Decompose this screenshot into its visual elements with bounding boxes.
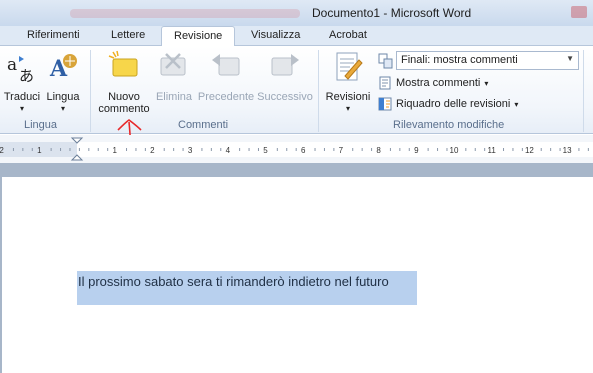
nuovo-commento-button[interactable]: Nuovo commento [95, 50, 153, 115]
precedente-button[interactable]: Precedente [196, 50, 256, 103]
traduci-button[interactable]: a あ Traduci ▾ [0, 50, 44, 115]
display-for-review-value: Finali: mostra commenti [401, 54, 518, 66]
lingua-label: Lingua [46, 91, 80, 103]
successivo-button[interactable]: Successivo [257, 50, 313, 103]
document-paragraph[interactable]: Il prossimo sabato sera ti rimanderò ind… [78, 274, 389, 289]
ribbon-tabs: Riferimenti Lettere Revisione Visualizza… [0, 26, 593, 47]
mostra-commenti-dropdown-icon: ▾ [484, 78, 489, 88]
display-for-review-select[interactable]: Finali: mostra commenti ▼ [396, 51, 579, 70]
ruler-graphic: 2 1 1 2 3 4 5 6 7 8 9 10 11 12 13 [0, 137, 593, 161]
language-icon: A [49, 54, 77, 82]
revisioni-label: Revisioni [325, 91, 371, 103]
group-separator [90, 50, 91, 132]
ruler-label: 11 [488, 146, 497, 155]
nuovo-label-line1: Nuovo [108, 91, 140, 103]
ruler-label: 13 [563, 146, 572, 155]
ruler-label: 10 [450, 146, 459, 155]
tab-visualizza[interactable]: Visualizza [251, 29, 300, 41]
blurred-quick-access [70, 9, 300, 18]
group-label-lingua: Lingua [24, 119, 58, 131]
document-workspace [0, 163, 593, 373]
ruler-label: 6 [301, 146, 306, 155]
select-dropdown-icon: ▼ [566, 54, 574, 63]
mostra-commenti-label: Mostra commenti [396, 77, 481, 89]
next-comment-icon [271, 54, 299, 76]
ruler-label: 5 [263, 146, 268, 155]
nuovo-label-line2: commento [98, 103, 150, 115]
riquadro-label: Riquadro delle revisioni [396, 98, 511, 110]
window-title: Documento1 - Microsoft Word [312, 6, 472, 20]
ruler-label: 9 [414, 146, 419, 155]
ruler-label: 2 [0, 146, 4, 155]
delete-comment-icon [160, 53, 186, 76]
riquadro-dropdown-icon: ▾ [514, 99, 519, 109]
ruler-label: 3 [188, 146, 193, 155]
svg-text:あ: あ [19, 67, 34, 84]
title-bar: Documento1 - Microsoft Word [0, 0, 593, 26]
group-separator [583, 50, 584, 132]
traduci-label: Traduci [3, 91, 41, 103]
riquadro-revisioni-button[interactable]: Riquadro delle revisioni ▾ [378, 97, 518, 111]
track-changes-icon [336, 52, 363, 81]
traduci-dropdown-icon: ▾ [19, 104, 24, 113]
window-control-button[interactable] [571, 6, 587, 18]
ruler-label: 2 [150, 146, 155, 155]
successivo-label: Successivo [257, 91, 313, 103]
revisioni-dropdown-icon: ▾ [345, 104, 350, 113]
new-comment-icon [108, 50, 138, 77]
ruler-label: 1 [112, 146, 117, 155]
tab-lettere[interactable]: Lettere [111, 29, 145, 41]
elimina-button[interactable]: Elimina [152, 50, 196, 103]
svg-text:a: a [7, 55, 17, 75]
tab-acrobat[interactable]: Acrobat [329, 29, 367, 41]
mostra-commenti-button[interactable]: Mostra commenti ▾ [378, 76, 488, 90]
revisioni-button[interactable]: Revisioni ▾ [323, 50, 373, 115]
ruler-label: 12 [525, 146, 534, 155]
group-label-commenti: Commenti [178, 119, 229, 131]
show-markup-icon [379, 76, 391, 90]
ruler-label: 4 [226, 146, 231, 155]
ruler-label: 7 [339, 146, 344, 155]
ribbon: a あ Traduci ▾ A Lingua ▾ Lingua Nuovo co… [0, 46, 593, 134]
translate-icon: a あ [7, 55, 34, 85]
group-label-rilevamento: Rilevamento modifiche [393, 119, 505, 131]
tab-revisione[interactable]: Revisione [161, 26, 236, 47]
lingua-dropdown-icon: ▾ [60, 104, 65, 113]
ruler-label: 8 [376, 146, 381, 155]
group-separator [318, 50, 319, 132]
reviewing-pane-icon [378, 97, 392, 111]
tab-riferimenti[interactable]: Riferimenti [27, 29, 80, 41]
horizontal-ruler[interactable]: 2 1 1 2 3 4 5 6 7 8 9 10 11 12 13 [0, 135, 593, 163]
ruler-label: 1 [37, 146, 42, 155]
previous-comment-icon [212, 54, 240, 76]
lingua-button[interactable]: A Lingua ▾ [42, 50, 84, 115]
precedente-label: Precedente [197, 91, 255, 103]
elimina-label: Elimina [155, 91, 193, 103]
display-for-review-icon [378, 53, 393, 69]
